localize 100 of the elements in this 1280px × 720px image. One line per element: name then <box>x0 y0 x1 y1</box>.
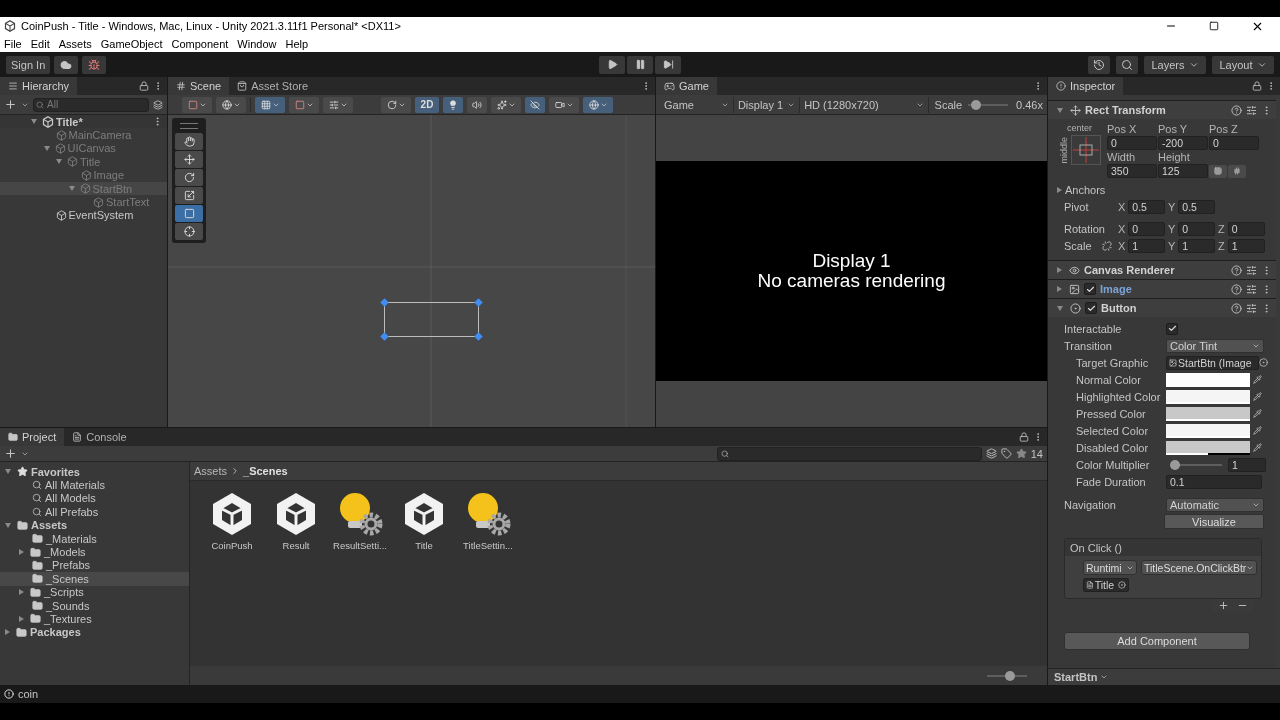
number-field[interactable]: 1 <box>1128 238 1166 253</box>
transition-dropdown[interactable]: Color Tint <box>1166 338 1264 353</box>
expand-arrow-icon[interactable] <box>5 522 11 528</box>
navigation-dropdown[interactable]: Automatic <box>1166 497 1264 512</box>
menu-item[interactable]: File <box>4 37 22 50</box>
number-field[interactable]: -200 <box>1158 136 1208 150</box>
number-field[interactable]: 0 <box>1209 136 1259 150</box>
expand-arrow-icon[interactable] <box>68 186 75 192</box>
scene-tab[interactable]: Asset Store <box>229 77 317 95</box>
interactable-checkbox[interactable] <box>1166 322 1178 335</box>
expand-arrow-icon[interactable] <box>43 145 50 151</box>
anchor-preset-button[interactable] <box>1070 135 1101 165</box>
expand-arrow-icon[interactable] <box>19 549 24 556</box>
cloud-button[interactable] <box>54 55 79 74</box>
project-tab[interactable]: Console <box>64 428 135 446</box>
inspector-tab[interactable]: Inspector <box>1048 77 1124 95</box>
selection-label[interactable]: StartBtn <box>1054 671 1098 683</box>
expand-arrow-icon[interactable] <box>19 589 24 596</box>
number-field[interactable]: 350 <box>1107 164 1157 178</box>
number-field[interactable]: 0 <box>1178 221 1216 236</box>
number-field[interactable]: 0 <box>1128 221 1166 236</box>
project-tab[interactable]: Project <box>0 428 65 446</box>
function-dropdown[interactable]: TitleScene.OnClickBtr <box>1141 560 1257 575</box>
breadcrumb-item[interactable]: Assets <box>194 465 227 477</box>
game-tab[interactable]: Game <box>656 77 717 95</box>
expand-arrow-icon[interactable] <box>1057 267 1062 273</box>
asset-tile[interactable]: TitleSettin... <box>456 491 520 551</box>
expand-arrow-icon[interactable] <box>1057 186 1062 193</box>
menu-item[interactable]: GameObject <box>100 37 163 50</box>
transform-tool-button[interactable] <box>175 223 203 240</box>
search-field[interactable] <box>716 446 982 461</box>
layout-dropdown[interactable]: Layout <box>1212 55 1274 74</box>
project-tree-item[interactable]: Favorites <box>0 465 189 479</box>
lighting-toggle[interactable] <box>443 96 463 113</box>
draw-mode-button[interactable] <box>216 96 246 113</box>
number-field[interactable]: 0 <box>1107 136 1157 150</box>
enable-checkbox[interactable] <box>1084 283 1096 295</box>
object-field[interactable]: StartBtn (Image <box>1166 355 1259 370</box>
asset-tile[interactable]: CoinPush <box>200 491 264 551</box>
project-tree-item[interactable]: All Prefabs <box>0 505 189 519</box>
menu-item[interactable]: Edit <box>30 37 50 50</box>
project-tree-item[interactable]: _Prefabs <box>0 558 189 573</box>
menu-item[interactable]: Component <box>171 37 229 50</box>
selection-rect-gizmo[interactable] <box>380 298 483 341</box>
2d-toggle[interactable]: 2D <box>415 96 439 113</box>
asset-tile[interactable]: Title <box>392 491 456 551</box>
expand-arrow-icon[interactable] <box>31 119 37 125</box>
number-field[interactable]: 0.5 <box>1178 199 1216 214</box>
project-tree-item[interactable]: Assets <box>0 518 189 532</box>
audio-toggle[interactable] <box>467 96 487 113</box>
color-field[interactable] <box>1166 440 1250 455</box>
camera-button[interactable] <box>549 96 579 113</box>
add-component-button[interactable]: Add Component <box>1064 632 1250 650</box>
project-tree-item[interactable]: _Scenes <box>0 572 189 586</box>
hierarchy-item[interactable]: EventSystem <box>0 208 167 223</box>
layers-dropdown[interactable]: Layers <box>1144 55 1206 74</box>
scale-tool-button[interactable] <box>175 187 203 204</box>
component-header[interactable]: Image <box>1048 279 1276 298</box>
project-tree-item[interactable]: Packages <box>0 625 189 640</box>
asset-tile[interactable]: Result <box>264 491 328 551</box>
collab-button[interactable] <box>82 55 107 74</box>
move-tool-button[interactable] <box>175 151 203 168</box>
menu-item[interactable]: Help <box>285 37 309 50</box>
effects-button[interactable] <box>491 96 521 113</box>
menu-item[interactable]: Assets <box>58 37 92 50</box>
number-field[interactable]: 1 <box>1178 238 1216 253</box>
orientation-button[interactable] <box>381 96 411 113</box>
history-button[interactable] <box>1088 55 1110 74</box>
project-tree-item[interactable]: _Textures <box>0 612 189 626</box>
project-tree-item[interactable]: All Materials <box>0 478 189 492</box>
increment-snap-button[interactable] <box>289 96 319 113</box>
color-field[interactable] <box>1166 372 1250 387</box>
expand-arrow-icon[interactable] <box>1057 305 1063 311</box>
search-button[interactable] <box>1116 55 1138 74</box>
sign-in-button[interactable]: Sign In <box>6 55 51 74</box>
component-header[interactable]: Canvas Renderer <box>1048 260 1276 279</box>
display-dropdown[interactable]: Display 1 <box>733 96 801 113</box>
hand-tool-button[interactable] <box>175 133 203 150</box>
menu-item[interactable]: Window <box>237 37 277 50</box>
runtime-dropdown[interactable]: Runtimi <box>1083 560 1137 575</box>
expand-arrow-icon[interactable] <box>19 616 24 622</box>
project-tree-item[interactable]: All Models <box>0 491 189 506</box>
anchors-foldout[interactable]: Anchors <box>1065 183 1106 196</box>
pause-button[interactable] <box>627 55 653 74</box>
align-button[interactable] <box>323 96 353 113</box>
breadcrumb-item[interactable]: _Scenes <box>243 465 288 477</box>
grid-snap-button[interactable] <box>255 96 285 113</box>
expand-arrow-icon[interactable] <box>5 469 11 475</box>
number-field[interactable]: 0.1 <box>1166 474 1262 489</box>
hierarchy-tab[interactable]: Hierarchy <box>0 77 78 95</box>
search-field[interactable]: All <box>33 97 149 112</box>
color-field[interactable] <box>1166 389 1250 404</box>
expand-arrow-icon[interactable] <box>5 629 10 636</box>
raw-edit-button[interactable] <box>1228 164 1246 178</box>
resolution-dropdown[interactable]: HD (1280x720) <box>800 96 929 113</box>
project-tree-item[interactable]: _Materials <box>0 531 189 546</box>
number-field[interactable]: 1 <box>1228 457 1266 472</box>
rotate-tool-button[interactable] <box>175 169 203 186</box>
number-field[interactable]: 0.5 <box>1128 199 1166 214</box>
number-field[interactable]: 0 <box>1227 221 1265 236</box>
